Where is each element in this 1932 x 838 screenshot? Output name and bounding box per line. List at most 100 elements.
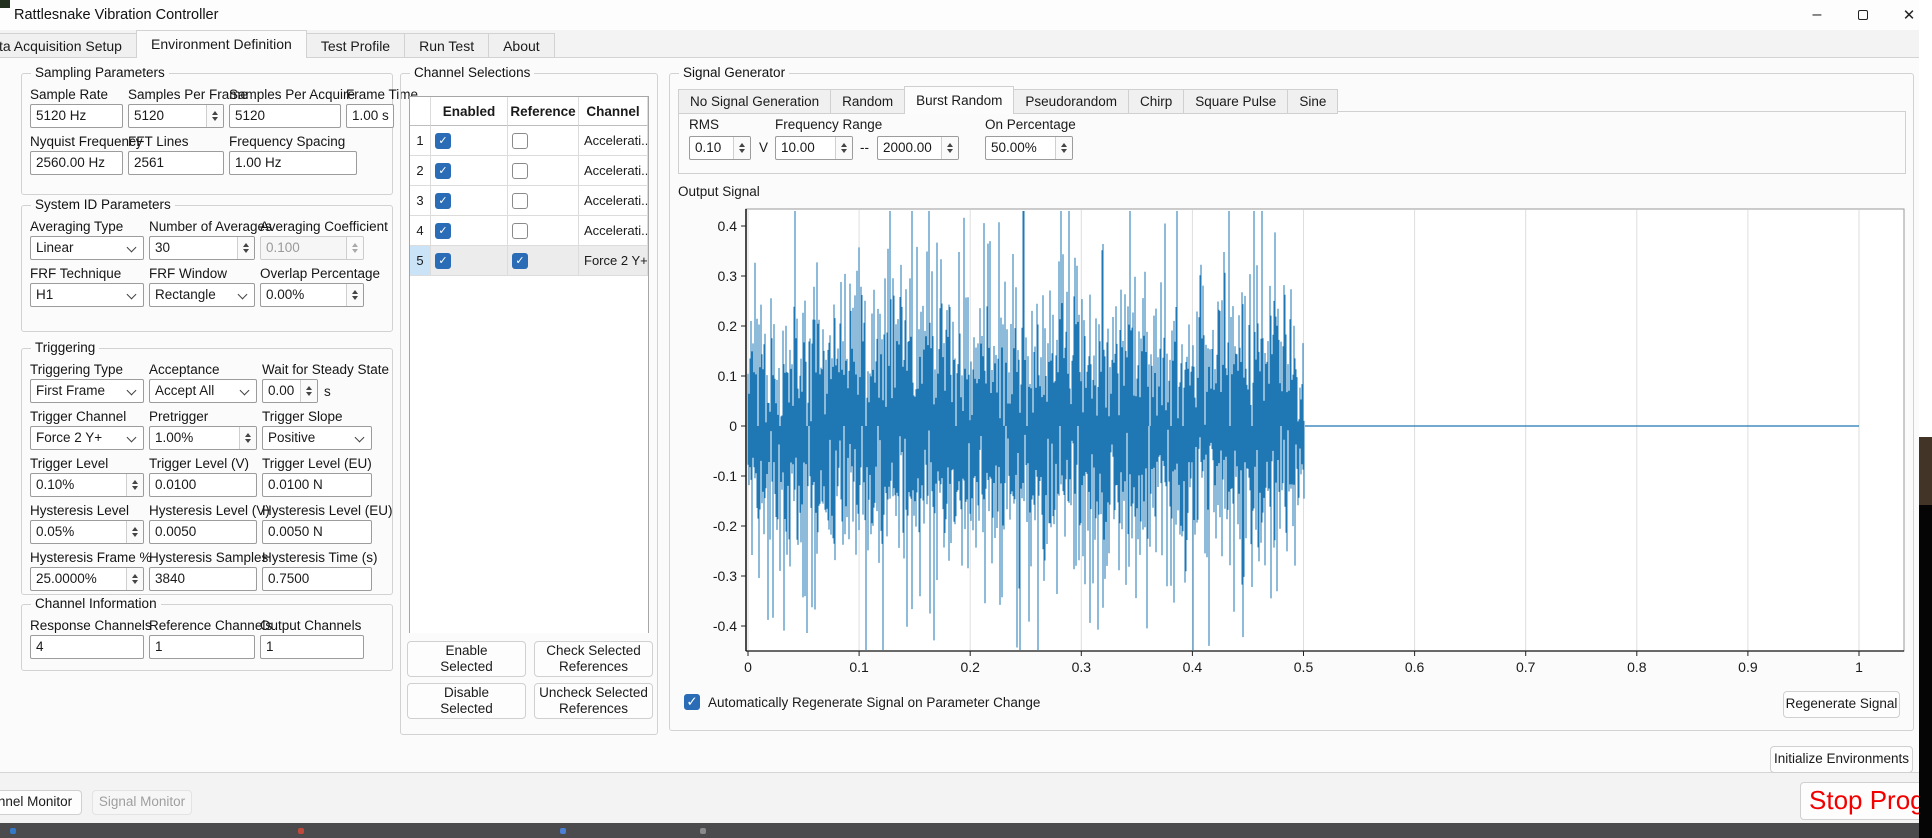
sigtab-no-signal-generation[interactable]: No Signal Generation: [678, 89, 832, 114]
channel-cell[interactable]: Force 2 Y+: [579, 246, 648, 276]
frf-window-dropdown[interactable]: Rectangle: [149, 283, 255, 307]
hysteresis-level-label: Hysteresis Level: [30, 503, 130, 518]
chevron-down-icon: [126, 289, 137, 300]
tab-test-profile[interactable]: Test Profile: [305, 33, 406, 58]
channel-cell[interactable]: Accelerati...: [579, 186, 648, 216]
reference-channels-field[interactable]: 1: [149, 635, 255, 659]
tab-run-test[interactable]: Run Test: [404, 33, 490, 58]
trigger-slope-dropdown[interactable]: Positive: [262, 426, 372, 450]
trigger-channel-dropdown[interactable]: Force 2 Y+: [30, 426, 144, 450]
chevron-down-icon: [126, 432, 137, 443]
row-number[interactable]: 2: [410, 156, 431, 186]
sigtab-burst-random[interactable]: Burst Random: [904, 86, 1015, 114]
channel-cell[interactable]: Accelerati...: [579, 126, 648, 156]
tab-ta-acquisition-setup[interactable]: ta Acquisition Setup: [0, 33, 137, 58]
sigtab-sine[interactable]: Sine: [1287, 89, 1339, 114]
hysteresis-samples-label: Hysteresis Samples: [149, 550, 269, 565]
nyquist-frequency-field[interactable]: 2560.00 Hz: [30, 151, 123, 175]
triggering-group: Triggering Triggering Type First Frame Acc…: [21, 340, 393, 595]
channel-information-group: Channel Information Response Channels 4 Re…: [21, 596, 393, 671]
tab-about[interactable]: About: [488, 33, 555, 58]
close-icon: ✕: [1902, 7, 1916, 24]
row-number[interactable]: 4: [410, 216, 431, 246]
row-number[interactable]: 3: [410, 186, 431, 216]
channel-monitor-button[interactable]: nnel Monitor: [0, 790, 82, 815]
svg-text:0.1: 0.1: [718, 368, 738, 384]
column-header-enabled: Enabled: [431, 97, 508, 126]
hysteresis-level-spinner[interactable]: 0.05%: [30, 520, 144, 544]
svg-text:-0.2: -0.2: [713, 518, 737, 534]
hysteresis-samples-field[interactable]: 3840: [149, 567, 257, 591]
channel-selections-group: Channel Selections Enabled Reference Chann…: [400, 65, 658, 735]
channel-cell[interactable]: Accelerati...: [579, 156, 648, 186]
frequency-low-spinner[interactable]: 10.00: [775, 136, 853, 160]
frf-technique-dropdown[interactable]: H1: [30, 283, 144, 307]
svg-text:-0.1: -0.1: [713, 468, 737, 484]
hysteresis-level-eu-field[interactable]: 0.0050 N: [262, 520, 372, 544]
reference-checkbox[interactable]: ✓: [512, 252, 528, 269]
response-channels-field[interactable]: 4: [30, 635, 144, 659]
frequency-high-spinner[interactable]: 2000.00: [877, 136, 959, 160]
averaging-coefficient-spinner: 0.100: [260, 236, 364, 260]
enabled-checkbox[interactable]: ✓: [435, 162, 451, 179]
output-signal-label: Output Signal: [678, 184, 760, 199]
regenerate-signal-button[interactable]: Regenerate Signal: [1783, 691, 1900, 718]
rms-spinner[interactable]: 0.10: [689, 136, 751, 160]
trigger-level-spinner[interactable]: 0.10%: [30, 473, 144, 497]
frequency-spacing-field[interactable]: 1.00 Hz: [229, 151, 357, 175]
hysteresis-level-v-field[interactable]: 0.0050: [149, 520, 257, 544]
frame-time-field[interactable]: 1.00 s: [346, 104, 394, 128]
initialize-environments-button[interactable]: Initialize Environments: [1770, 746, 1913, 773]
pretrigger-spinner[interactable]: 1.00%: [149, 426, 257, 450]
output-channels-field[interactable]: 1: [260, 635, 364, 659]
enabled-cell: ✓: [431, 246, 508, 276]
averaging-type-dropdown[interactable]: Linear: [30, 236, 144, 260]
triggering-type-dropdown[interactable]: First Frame: [30, 379, 144, 403]
fft-lines-field[interactable]: 2561: [128, 151, 224, 175]
wait-for-steady-state-spinner[interactable]: 0.00: [262, 379, 318, 403]
stop-program-button[interactable]: Stop Program: [1800, 782, 1932, 820]
row-number[interactable]: 5: [410, 246, 431, 276]
maximize-button[interactable]: [1840, 0, 1886, 30]
hysteresis-frame-label: Hysteresis Frame %: [30, 550, 152, 565]
signal-monitor-button[interactable]: Signal Monitor: [92, 790, 192, 815]
auto-regenerate-checkbox[interactable]: ✓: [684, 694, 700, 710]
sigtab-random[interactable]: Random: [830, 89, 906, 114]
trigger-level-eu-field[interactable]: 0.0100 N: [262, 473, 372, 497]
reference-cell: [508, 186, 579, 216]
desktop-edge: [1919, 0, 1932, 838]
uncheck-selected-references-button[interactable]: Uncheck Selected References: [534, 683, 653, 719]
reference-checkbox[interactable]: [512, 222, 528, 239]
trigger-level-v-field[interactable]: 0.0100: [149, 473, 257, 497]
sigtab-square-pulse[interactable]: Square Pulse: [1183, 89, 1289, 114]
disable-selected-button[interactable]: Disable Selected: [407, 683, 526, 719]
sample-rate-field[interactable]: 5120 Hz: [30, 104, 123, 128]
minimize-button[interactable]: –: [1794, 0, 1840, 30]
sigtab-pseudorandom[interactable]: Pseudorandom: [1013, 89, 1129, 114]
row-number[interactable]: 1: [410, 126, 431, 156]
enabled-checkbox[interactable]: ✓: [435, 192, 451, 209]
enabled-checkbox[interactable]: ✓: [435, 222, 451, 239]
number-of-averages-spinner[interactable]: 30: [149, 236, 255, 260]
check-selected-references-button[interactable]: Check Selected References: [534, 641, 653, 677]
hysteresis-level-v-label: Hysteresis Level (V): [149, 503, 270, 518]
hysteresis-time-s-field[interactable]: 0.7500: [262, 567, 372, 591]
enable-selected-button[interactable]: Enable Selected: [407, 641, 526, 677]
hysteresis-frame-spinner[interactable]: 25.0000%: [30, 567, 144, 591]
reference-checkbox[interactable]: [512, 132, 528, 149]
column-header-reference: Reference: [508, 97, 579, 126]
group-title: Sampling Parameters: [31, 65, 169, 80]
tab-environment-definition[interactable]: Environment Definition: [135, 30, 307, 58]
samples-per-acquire-field[interactable]: 5120: [229, 104, 341, 128]
on-percentage-spinner[interactable]: 50.00%: [985, 136, 1073, 160]
samples-per-frame-spinner[interactable]: 5120: [128, 104, 224, 128]
sigtab-chirp[interactable]: Chirp: [1127, 89, 1185, 114]
acceptance-dropdown[interactable]: Accept All: [149, 379, 257, 403]
enabled-checkbox[interactable]: ✓: [435, 252, 451, 269]
reference-checkbox[interactable]: [512, 162, 528, 179]
channel-cell[interactable]: Accelerati...: [579, 216, 648, 246]
overlap-percentage-spinner[interactable]: 0.00%: [260, 283, 364, 307]
reference-checkbox[interactable]: [512, 192, 528, 209]
minimize-icon: –: [1812, 6, 1822, 23]
enabled-checkbox[interactable]: ✓: [435, 132, 451, 149]
